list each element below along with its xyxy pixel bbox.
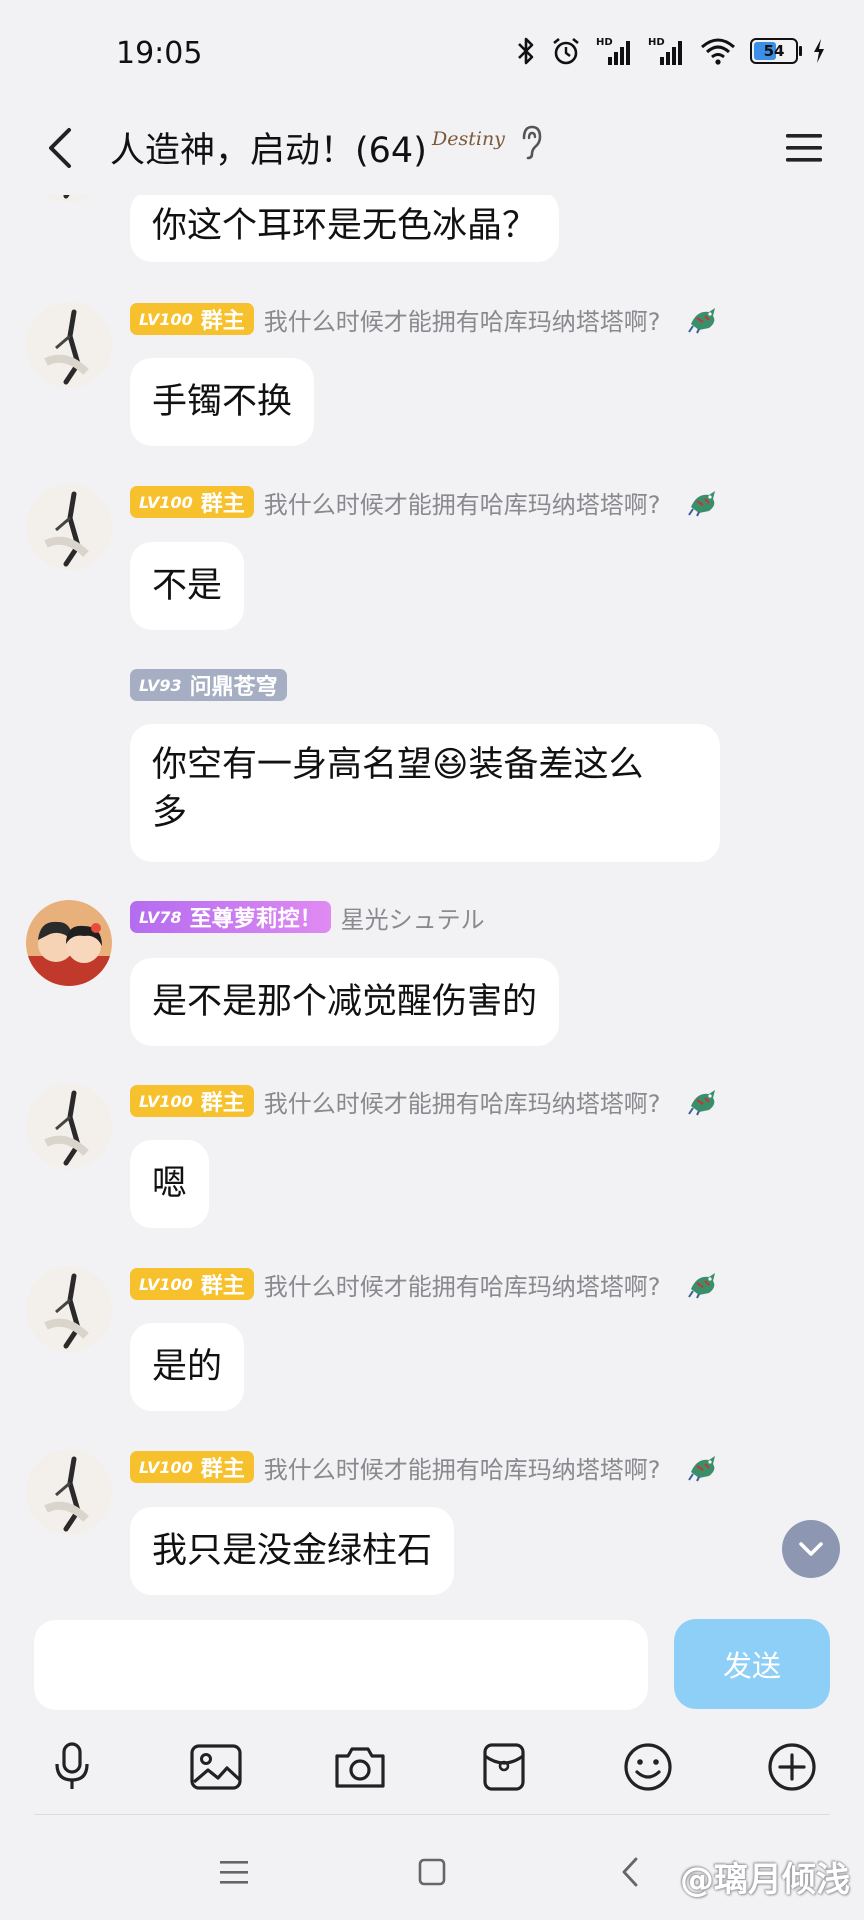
sender-meta: LV100 群主 我什么时候才能拥有哈库玛纳塔塔啊? — [130, 1084, 719, 1118]
nav-back-icon — [622, 1857, 638, 1887]
back-button[interactable] — [30, 118, 90, 178]
sender-meta: LV100 群主 我什么时候才能拥有哈库玛纳塔塔啊? — [130, 485, 719, 519]
input-panel: 发送 — [0, 1605, 864, 1800]
send-button[interactable]: 发送 — [674, 1619, 830, 1709]
sender-nickname[interactable]: 我什么时候才能拥有哈库玛纳塔塔啊? — [264, 302, 661, 337]
menu-button[interactable] — [774, 120, 834, 176]
nav-divider — [34, 1814, 830, 1815]
dragon-icon — [687, 1086, 719, 1116]
avatar[interactable] — [26, 1449, 112, 1535]
message-bubble[interactable]: 是不是那个减觉醒伤害的 — [130, 958, 560, 1046]
watermark: @璃月倾浅 — [680, 1860, 850, 1900]
menu-icon — [786, 134, 822, 162]
message-input[interactable] — [34, 1620, 648, 1710]
dragon-icon — [687, 487, 719, 517]
avatar[interactable] — [26, 302, 112, 388]
level-badge: LV78 至尊萝莉控！ — [130, 901, 331, 933]
sender-nickname[interactable]: 我什么时候才能拥有哈库玛纳塔塔啊? — [264, 1084, 661, 1119]
sender-meta: LV78 至尊萝莉控！ 星光シュテル — [130, 900, 485, 934]
level-badge: LV93 问鼎苍穹 — [130, 669, 287, 701]
red-packet-icon[interactable] — [472, 1735, 536, 1799]
sender-meta: LV100 群主 我什么时候才能拥有哈库玛纳塔塔啊? — [130, 1267, 719, 1301]
dragon-icon — [687, 304, 719, 334]
message-bubble[interactable]: 你这个耳环是无色冰晶？ — [130, 190, 560, 262]
message-bubble[interactable]: 手镯不换 — [130, 358, 315, 446]
avatar[interactable] — [26, 900, 112, 986]
avatar[interactable] — [26, 1266, 112, 1352]
emoji-icon[interactable] — [616, 1735, 680, 1799]
back-icon — [49, 128, 71, 168]
destiny-badge: Destiny — [432, 128, 505, 150]
level-badge: LV100 群主 — [130, 1085, 254, 1117]
home-icon — [418, 1858, 446, 1886]
sender-nickname[interactable]: 我什么时候才能拥有哈库玛纳塔塔啊? — [264, 1267, 661, 1302]
sender-nickname[interactable]: 星光シュテル — [341, 900, 485, 935]
scroll-down-button[interactable] — [782, 1520, 840, 1578]
level-badge: LV100 群主 — [130, 1451, 254, 1483]
ear-icon[interactable] — [518, 124, 544, 164]
dragon-icon — [687, 1452, 719, 1482]
mic-icon[interactable] — [40, 1735, 104, 1799]
system-nav-bar: @璃月倾浅 — [0, 1820, 864, 1920]
recent-apps-button[interactable] — [206, 1844, 262, 1900]
message-bubble[interactable]: 嗯 — [130, 1140, 210, 1228]
dragon-icon — [687, 1269, 719, 1299]
input-toolbar — [0, 1735, 864, 1799]
scroll-down-icon — [799, 1542, 823, 1556]
level-badge: LV100 群主 — [130, 1268, 254, 1300]
sender-meta: LV93 问鼎苍穹 — [130, 668, 287, 702]
nav-back-button[interactable] — [602, 1844, 658, 1900]
image-icon[interactable] — [184, 1735, 248, 1799]
recent-apps-icon — [220, 1861, 248, 1884]
sender-meta: LV100 群主 我什么时候才能拥有哈库玛纳塔塔啊? — [130, 302, 719, 336]
message-list[interactable]: 你这个耳环是无色冰晶？ LV100 群主 我什么时候才能拥有哈库玛纳塔塔啊? 手镯… — [0, 0, 864, 1605]
camera-icon[interactable] — [328, 1735, 392, 1799]
message-line: 多 — [152, 793, 188, 833]
level-badge: LV100 群主 — [130, 303, 254, 335]
message-bubble[interactable]: 我只是没金绿柱石 — [130, 1507, 455, 1595]
sender-meta: LV100 群主 我什么时候才能拥有哈库玛纳塔塔啊? — [130, 1450, 719, 1484]
level-badge: LV100 群主 — [130, 486, 254, 518]
avatar[interactable] — [26, 484, 112, 570]
sender-nickname[interactable]: 我什么时候才能拥有哈库玛纳塔塔啊? — [264, 485, 661, 520]
message-bubble[interactable]: 你空有一身高名望😆装备差这么 多 — [130, 724, 720, 862]
home-button[interactable] — [404, 1844, 460, 1900]
chat-title[interactable]: 人造神，启动！(64) — [110, 122, 427, 173]
sender-nickname[interactable]: 我什么时候才能拥有哈库玛纳塔塔啊? — [264, 1450, 661, 1485]
chat-header: 人造神，启动！(64) Destiny — [0, 100, 864, 195]
message-bubble[interactable]: 是的 — [130, 1323, 245, 1411]
plus-icon[interactable] — [760, 1735, 824, 1799]
message-bubble[interactable]: 不是 — [130, 542, 245, 630]
avatar[interactable] — [26, 1083, 112, 1169]
message-line: 你空有一身高名望😆装备差这么 — [152, 745, 644, 785]
